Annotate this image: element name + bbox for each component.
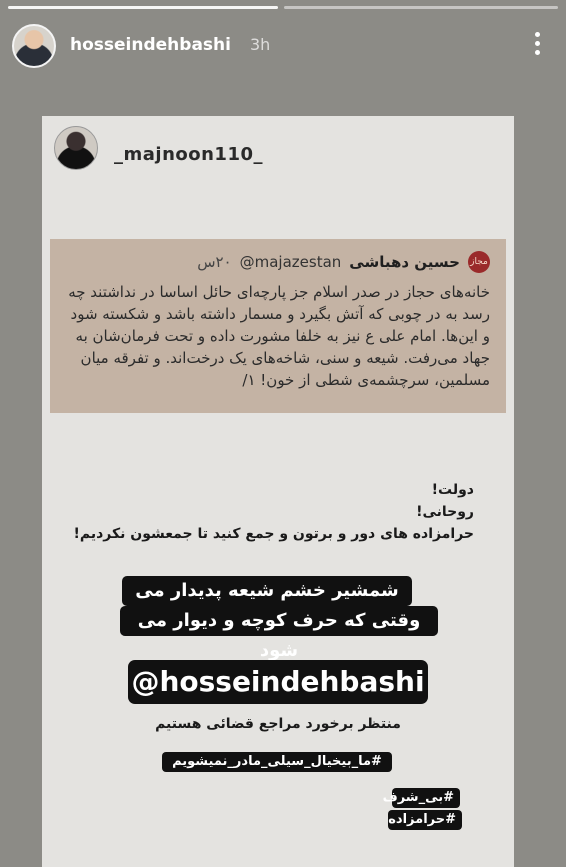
mention-sticker[interactable]: @hosseindehbashi [128, 660, 428, 704]
tweet-handle: @majazestan [239, 253, 342, 271]
caption-line-rouhani: روحانی! [416, 504, 474, 520]
tweet-logo-icon: مجاز [468, 251, 490, 273]
story-header: hosseindehbashi 3h [6, 22, 556, 70]
shared-story-card: _majnoon110_ مجاز حسین دهباشی @majazesta… [42, 116, 514, 867]
story-progress-segment-1 [8, 6, 278, 9]
repost-username[interactable]: _majnoon110_ [114, 144, 263, 165]
more-vertical-icon[interactable] [534, 32, 540, 60]
avatar[interactable] [12, 24, 56, 68]
story-timestamp: 3h [250, 35, 271, 54]
caption-awaiting-judiciary: منتظر برخورد مراجع قضائی هستیم [155, 716, 401, 732]
tweet-screenshot: مجاز حسین دهباشی @majazestan ۲۰س خانه‌ها… [50, 239, 506, 413]
hashtag-sticker-3[interactable]: #حرامزاده [388, 810, 462, 830]
highlight-text-line-1: شمشیر خشم شیعه پدیدار می شود [122, 576, 412, 631]
caption-line-warning: حرامزاده های دور و برتون و جمع کنید تا ج… [73, 526, 474, 542]
tweet-author-name: حسین دهباشی [349, 253, 460, 271]
tweet-body: خانه‌های حجاز در صدر اسلام جز پارچه‌ای ح… [68, 283, 490, 389]
highlight-text-line-2: وقتی که حرف کوچه و دیوار می شود [120, 606, 438, 661]
tweet-header: مجاز حسین دهباشی @majazestan ۲۰س [62, 251, 490, 273]
hashtag-sticker-1[interactable]: #ما_بیخیال_سیلی_مادر_نمیشویم [162, 752, 392, 772]
story-progress-segment-2 [284, 6, 558, 9]
hashtag-sticker-2[interactable]: #بی_شرف [383, 788, 460, 808]
tweet-time: ۲۰س [197, 253, 232, 271]
repost-avatar[interactable] [54, 126, 98, 170]
story-username[interactable]: hosseindehbashi [70, 35, 231, 55]
caption-line-government: دولت! [431, 482, 474, 498]
